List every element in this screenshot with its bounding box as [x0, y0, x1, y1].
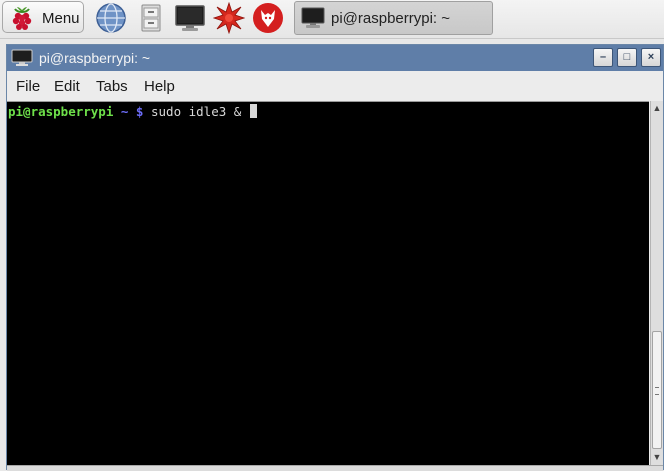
scroll-down-arrow-icon[interactable]: ▼ — [652, 451, 662, 463]
menu-edit[interactable]: Edit — [54, 78, 80, 95]
scroll-up-arrow-icon[interactable]: ▲ — [652, 102, 662, 114]
prompt-path: ~ $ — [113, 104, 144, 119]
menu-file[interactable]: File — [16, 78, 40, 95]
scrollbar-thumb[interactable] — [652, 331, 662, 449]
command-line: pi@raspberrypi ~ $ sudo idle3 & — [8, 104, 257, 120]
close-button[interactable]: × — [641, 48, 661, 67]
menu-tabs[interactable]: Tabs — [96, 78, 128, 95]
minimize-button[interactable]: – — [593, 48, 613, 67]
file-manager-cabinet-icon[interactable] — [135, 2, 167, 34]
window-title: pi@raspberrypi: ~ — [39, 50, 151, 66]
wolfram-wolf-icon[interactable] — [252, 2, 284, 34]
command-text: sudo idle3 & — [143, 104, 249, 119]
web-browser-globe-icon[interactable] — [95, 2, 127, 34]
text-cursor — [249, 104, 257, 118]
menu-label: Menu — [42, 10, 80, 27]
taskbar: Menu pi@raspberrypi: ~ — [0, 0, 664, 39]
task-label: pi@raspberrypi: ~ — [331, 10, 451, 27]
menu-button[interactable]: Menu — [2, 1, 84, 33]
terminal-icon — [11, 49, 33, 66]
menu-bar: File Edit Tabs Help — [7, 71, 663, 99]
terminal-monitor-icon[interactable] — [174, 2, 206, 34]
menu-help[interactable]: Help — [144, 78, 175, 95]
terminal-icon — [301, 7, 325, 28]
maximize-button[interactable]: □ — [617, 48, 637, 67]
window-titlebar[interactable]: pi@raspberrypi: ~ – □ × — [7, 45, 663, 71]
math-kernel-starburst-icon[interactable] — [213, 2, 245, 34]
prompt-user: pi@raspberrypi — [8, 104, 114, 119]
window-bottom-edge — [7, 465, 663, 471]
terminal-window: pi@raspberrypi: ~ – □ × File Edit Tabs H… — [6, 44, 664, 471]
taskbar-terminal-task-button[interactable]: pi@raspberrypi: ~ — [294, 1, 493, 35]
grip-icon — [655, 387, 659, 395]
terminal-output[interactable]: pi@raspberrypi ~ $ sudo idle3 & — [7, 101, 649, 466]
raspberry-icon — [12, 7, 32, 30]
vertical-scrollbar[interactable]: ▲ ▼ — [650, 101, 663, 465]
